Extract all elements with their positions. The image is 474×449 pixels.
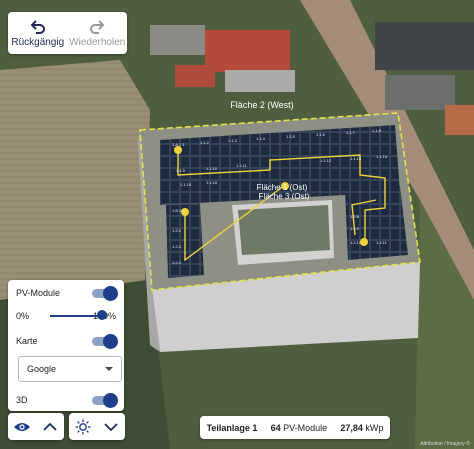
undo-icon: [30, 20, 45, 34]
neighbor-house: [225, 70, 295, 92]
module-label: 1.1.14: [376, 154, 388, 159]
redo-label: Wiederholen: [69, 37, 126, 48]
neighbor-house: [385, 75, 455, 110]
chevron-down-icon: [104, 422, 118, 431]
map-label: Karte: [16, 336, 38, 346]
roof-area-label-ost-b[interactable]: Fläche 3 (Ost): [259, 192, 310, 201]
view-button[interactable]: [11, 416, 33, 438]
module-label: 1.1.4: [256, 136, 266, 141]
module-label: 1.1.3: [228, 138, 238, 143]
module-count: 64: [270, 422, 281, 433]
visibility-controls: [8, 413, 64, 440]
map-source-value: Google: [27, 364, 57, 374]
module-label: 1.2.8: [350, 214, 360, 219]
module-label: 1.2.4: [172, 260, 182, 265]
opacity-row: 0% 100%: [16, 310, 116, 321]
module-label: 1.A 1.1: [172, 142, 185, 147]
module-label: 1.2.10: [350, 240, 362, 245]
neighbor-house: [150, 25, 205, 55]
map-row: Karte: [16, 333, 118, 349]
module-count-group: 64 PV-Module: [271, 423, 328, 433]
three-d-toggle[interactable]: [92, 392, 118, 408]
string-start-marker[interactable]: [174, 146, 182, 154]
module-label: 1.2.11: [376, 240, 388, 245]
module-unit: PV-Module: [283, 422, 328, 433]
eye-icon: [14, 422, 30, 431]
power-group: 27,84 kWp: [340, 423, 383, 433]
roof-area-label-ost-a[interactable]: Fläche 1 (Ost): [257, 183, 308, 192]
power-value: 27,84: [340, 422, 363, 433]
redo-button[interactable]: Wiederholen: [68, 12, 128, 54]
collapse-button[interactable]: [100, 416, 122, 438]
pv-modules-toggle[interactable]: [92, 285, 118, 301]
module-label: 1.1.13: [350, 156, 362, 161]
roof-area-label-west[interactable]: Fläche 2 (West): [230, 100, 293, 110]
neighbor-house: [175, 65, 215, 87]
module-label: 1.1.2: [200, 140, 210, 145]
neighbor-house: [445, 105, 474, 135]
module-label: 1.2.2: [172, 228, 182, 233]
redo-icon: [90, 20, 105, 34]
undo-label: Rückgängig: [11, 37, 65, 48]
module-label: 1.1.12: [320, 158, 332, 163]
expand-button[interactable]: [39, 416, 61, 438]
neighbor-house: [375, 22, 474, 70]
chevron-up-icon: [43, 422, 57, 431]
module-label: 1.2.3: [172, 244, 182, 249]
three-d-label: 3D: [16, 395, 28, 405]
power-unit: kWp: [365, 422, 384, 433]
undo-button[interactable]: Rückgängig: [8, 12, 68, 54]
map-source-select[interactable]: Google: [18, 356, 122, 382]
module-label: 1.1.7: [346, 130, 356, 135]
opacity-slider-thumb[interactable]: [97, 310, 107, 320]
caret-down-icon: [105, 367, 113, 371]
module-label: 1.1.10: [206, 166, 218, 171]
layer-panel: PV-Module 0% 100% Karte Google 3D: [8, 280, 124, 411]
map-toggle[interactable]: [92, 333, 118, 349]
module-label: 1.1.8: [372, 128, 382, 133]
module-label: 1.1.5: [286, 134, 296, 139]
history-toolbar: Rückgängig Wiederholen: [8, 12, 127, 54]
neighbor-house: [205, 30, 290, 72]
module-label: 1.1.15: [180, 182, 192, 187]
module-label: 1.1.9: [176, 168, 186, 173]
opacity-slider[interactable]: [16, 310, 116, 321]
pv-modules-row: PV-Module: [16, 285, 118, 301]
three-d-row: 3D: [16, 392, 118, 408]
subsystem-name: Teilanlage 1: [206, 422, 258, 433]
string-start-marker[interactable]: [360, 238, 368, 246]
module-label: 1.1.11: [236, 163, 248, 168]
pv-modules-label: PV-Module: [16, 288, 61, 298]
module-label: 1.B 2.1: [172, 208, 185, 213]
opacity-slider-track: [50, 315, 102, 317]
inner-courtyard-floor: [238, 205, 330, 255]
module-label: 1.1.6: [316, 132, 326, 137]
light-button[interactable]: [72, 416, 94, 438]
farm-field: [0, 60, 150, 300]
module-label: 1.2.9: [350, 226, 360, 231]
project-summary-bar: Teilanlage 1 64 PV-Module 27,84 kWp: [200, 416, 390, 439]
sun-icon: [75, 419, 91, 434]
map-attribution: Attribution / Imagery ©: [420, 441, 470, 447]
module-label: 1.1.16: [206, 180, 218, 185]
lighting-controls: [69, 413, 125, 440]
